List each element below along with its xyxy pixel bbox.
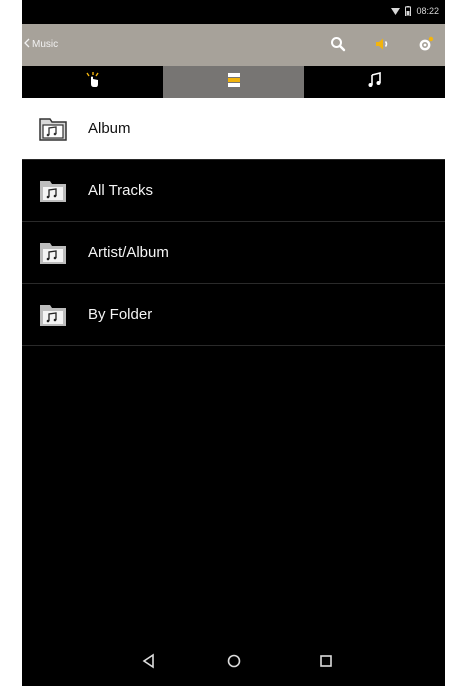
chevron-left-icon — [24, 38, 30, 51]
tab-tap[interactable] — [22, 66, 163, 98]
tab-now-playing[interactable] — [304, 66, 445, 98]
tab-bar — [22, 66, 445, 98]
list-icon — [226, 72, 242, 93]
volume-icon[interactable] — [373, 35, 391, 53]
back-button[interactable]: Music — [24, 38, 58, 51]
list-item-by-folder[interactable]: By Folder — [22, 284, 445, 346]
music-folder-icon — [36, 239, 70, 267]
action-bar: Music — [22, 24, 445, 66]
music-note-icon — [367, 71, 383, 93]
recents-icon[interactable] — [317, 652, 335, 670]
tab-library[interactable] — [163, 66, 304, 98]
status-time: 08:22 — [416, 6, 439, 16]
list-item-album[interactable]: Album — [22, 98, 445, 160]
device-screen: 08:22 Music Album All Tracks Artist/Albu… — [22, 0, 445, 686]
list-item-label: By Folder — [88, 306, 153, 323]
back-icon[interactable] — [140, 652, 158, 670]
list-item-artist-album[interactable]: Artist/Album — [22, 222, 445, 284]
library-list: Album All Tracks Artist/Album By Folder — [22, 98, 445, 346]
battery-icon — [405, 6, 412, 16]
back-label: Music — [32, 39, 59, 50]
list-item-label: Album — [88, 120, 131, 137]
home-icon[interactable] — [225, 652, 243, 670]
status-icons: 08:22 — [391, 6, 439, 16]
music-folder-icon — [36, 301, 70, 329]
action-icons — [329, 35, 435, 53]
list-item-label: Artist/Album — [88, 244, 169, 261]
list-item-all-tracks[interactable]: All Tracks — [22, 160, 445, 222]
list-item-label: All Tracks — [88, 182, 154, 199]
status-bar: 08:22 — [22, 0, 445, 24]
wifi-icon — [391, 7, 401, 15]
search-icon[interactable] — [329, 35, 347, 53]
settings-icon[interactable] — [417, 35, 435, 53]
tap-icon — [84, 71, 102, 94]
music-folder-icon — [36, 115, 70, 143]
music-folder-icon — [36, 177, 70, 205]
system-nav-bar — [22, 636, 445, 686]
